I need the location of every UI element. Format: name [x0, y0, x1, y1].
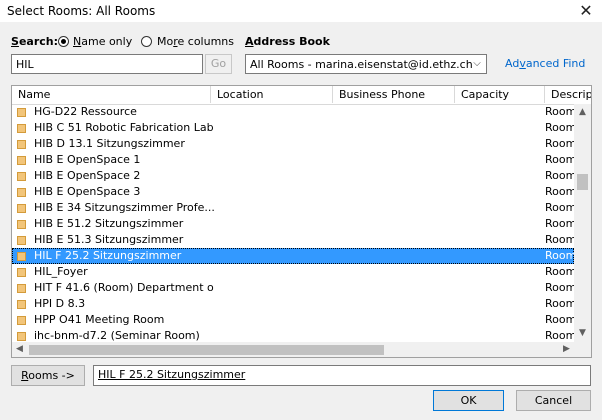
room-description: Room	[545, 169, 574, 182]
room-description: Room	[545, 201, 574, 214]
list-item[interactable]: HG-D22 Ressource Room	[12, 104, 574, 120]
list-item[interactable]: HIB E 34 Sitzungszimmer Profe... Room	[12, 200, 574, 216]
room-icon	[17, 156, 26, 165]
list-item[interactable]: HIB E OpenSpace 3 Room	[12, 184, 574, 200]
list-item[interactable]: HIT F 41.6 (Room) Department o... Room	[12, 280, 574, 296]
room-description: Room	[545, 329, 574, 342]
room-name: HG-D22 Ressource	[34, 105, 137, 118]
room-name: HIB E OpenSpace 1	[34, 153, 141, 166]
advanced-find-link[interactable]: Advanced Find	[505, 57, 585, 70]
room-icon	[17, 188, 26, 197]
room-icon	[17, 172, 26, 181]
room-icon	[17, 220, 26, 229]
list-item[interactable]: HIB D 13.1 Sitzungszimmer Room	[12, 136, 574, 152]
list-item[interactable]: ihc-bnm-d7.2 (Seminar Room) Room	[12, 328, 574, 342]
list-item[interactable]: HPI D 8.3 Room	[12, 296, 574, 312]
radio-more-columns-label[interactable]: More columns	[157, 35, 234, 48]
room-description: Room	[545, 249, 574, 262]
room-icon	[17, 284, 26, 293]
rooms-button[interactable]: Rooms ->	[11, 365, 85, 386]
room-description: Room	[545, 313, 574, 326]
room-description: Room	[545, 121, 574, 134]
go-button[interactable]: Go	[205, 54, 232, 74]
room-name: HIB E 51.2 Sitzungszimmer	[34, 217, 184, 230]
horizontal-scrollbar[interactable]: ◀ ▶	[12, 342, 574, 357]
room-description: Room	[545, 105, 574, 118]
scrollbar-corner	[574, 342, 591, 357]
room-name: HIB E 51.3 Sitzungszimmer	[34, 233, 184, 246]
room-icon	[17, 332, 26, 341]
room-name: HIB E OpenSpace 2	[34, 169, 141, 182]
room-description: Room	[545, 281, 574, 294]
column-header-business-phone[interactable]: Business Phone	[333, 86, 455, 103]
column-header-description[interactable]: Descrip	[545, 86, 591, 103]
list-item[interactable]: HIB E OpenSpace 1 Room	[12, 152, 574, 168]
address-book-dropdown[interactable]: All Rooms - marina.eisenstat@id.ethz.ch	[245, 54, 487, 74]
rooms-list: Name Location Business Phone Capacity De…	[11, 85, 592, 358]
room-description: Room	[545, 265, 574, 278]
room-icon	[17, 204, 26, 213]
room-icon	[17, 124, 26, 133]
room-name: HIB E OpenSpace 3	[34, 185, 141, 198]
room-name: HPP O41 Meeting Room	[34, 313, 165, 326]
list-header: Name Location Business Phone Capacity De…	[12, 86, 591, 105]
column-header-location[interactable]: Location	[211, 86, 333, 103]
vertical-scrollbar[interactable]: ▲ ▼	[574, 104, 591, 342]
room-description: Room	[545, 217, 574, 230]
rooms-field-value: HIL F 25.2 Sitzungszimmer	[98, 368, 246, 381]
chevron-down-icon[interactable]: ⌵	[470, 56, 484, 72]
room-description: Room	[545, 297, 574, 310]
search-label: Search:	[11, 35, 58, 48]
scroll-left-icon[interactable]: ◀	[12, 342, 27, 357]
room-name: HIT F 41.6 (Room) Department o...	[34, 281, 214, 294]
room-description: Room	[545, 233, 574, 246]
scroll-right-icon[interactable]: ▶	[559, 342, 574, 357]
room-name: ihc-bnm-d7.2 (Seminar Room)	[34, 329, 200, 342]
list-rows: HG-D22 Ressource Room HIB C 51 Robotic Fab…	[12, 104, 574, 342]
room-name: HIB E 34 Sitzungszimmer Profe...	[34, 201, 214, 214]
column-header-name[interactable]: Name	[12, 86, 211, 103]
list-item[interactable]: HIB E OpenSpace 2 Room	[12, 168, 574, 184]
cancel-button[interactable]: Cancel	[516, 390, 591, 411]
search-input[interactable]: HIL	[11, 54, 203, 74]
list-item[interactable]: HIB E 51.3 Sitzungszimmer Room	[12, 232, 574, 248]
radio-name-only-label[interactable]: Name only	[73, 35, 132, 48]
room-icon	[17, 316, 26, 325]
scroll-up-icon[interactable]: ▲	[574, 104, 591, 121]
vertical-scroll-thumb[interactable]	[577, 174, 588, 190]
room-name: HPI D 8.3	[34, 297, 86, 310]
close-icon[interactable]: ✕	[576, 1, 596, 21]
room-name: HIL_Foyer	[34, 265, 88, 278]
room-icon	[17, 252, 26, 261]
room-icon	[17, 140, 26, 149]
room-name: HIB D 13.1 Sitzungszimmer	[34, 137, 185, 150]
ok-button[interactable]: OK	[433, 390, 504, 411]
window-title: Select Rooms: All Rooms	[7, 4, 156, 18]
column-header-capacity[interactable]: Capacity	[455, 86, 545, 103]
room-name: HIL F 25.2 Sitzungszimmer	[34, 249, 182, 262]
room-icon	[17, 236, 26, 245]
radio-name-only[interactable]	[58, 36, 69, 47]
list-item[interactable]: HIL_Foyer Room	[12, 264, 574, 280]
room-icon	[17, 108, 26, 117]
scroll-down-icon[interactable]: ▼	[574, 325, 591, 342]
room-icon	[17, 300, 26, 309]
room-description: Room	[545, 137, 574, 150]
list-item[interactable]: HIB E 51.2 Sitzungszimmer Room	[12, 216, 574, 232]
address-book-label: Address Book	[245, 35, 330, 48]
horizontal-scroll-thumb[interactable]	[29, 345, 384, 355]
room-description: Room	[545, 185, 574, 198]
room-name: HIB C 51 Robotic Fabrication Lab	[34, 121, 214, 134]
list-item[interactable]: HPP O41 Meeting Room Room	[12, 312, 574, 328]
room-description: Room	[545, 153, 574, 166]
address-book-selected: All Rooms - marina.eisenstat@id.ethz.ch	[250, 58, 473, 71]
list-item[interactable]: HIL F 25.2 Sitzungszimmer Room	[12, 248, 574, 264]
list-item[interactable]: HIB C 51 Robotic Fabrication Lab Room	[12, 120, 574, 136]
room-icon	[17, 268, 26, 277]
rooms-field[interactable]: HIL F 25.2 Sitzungszimmer	[93, 365, 591, 386]
radio-more-columns[interactable]	[141, 36, 152, 47]
